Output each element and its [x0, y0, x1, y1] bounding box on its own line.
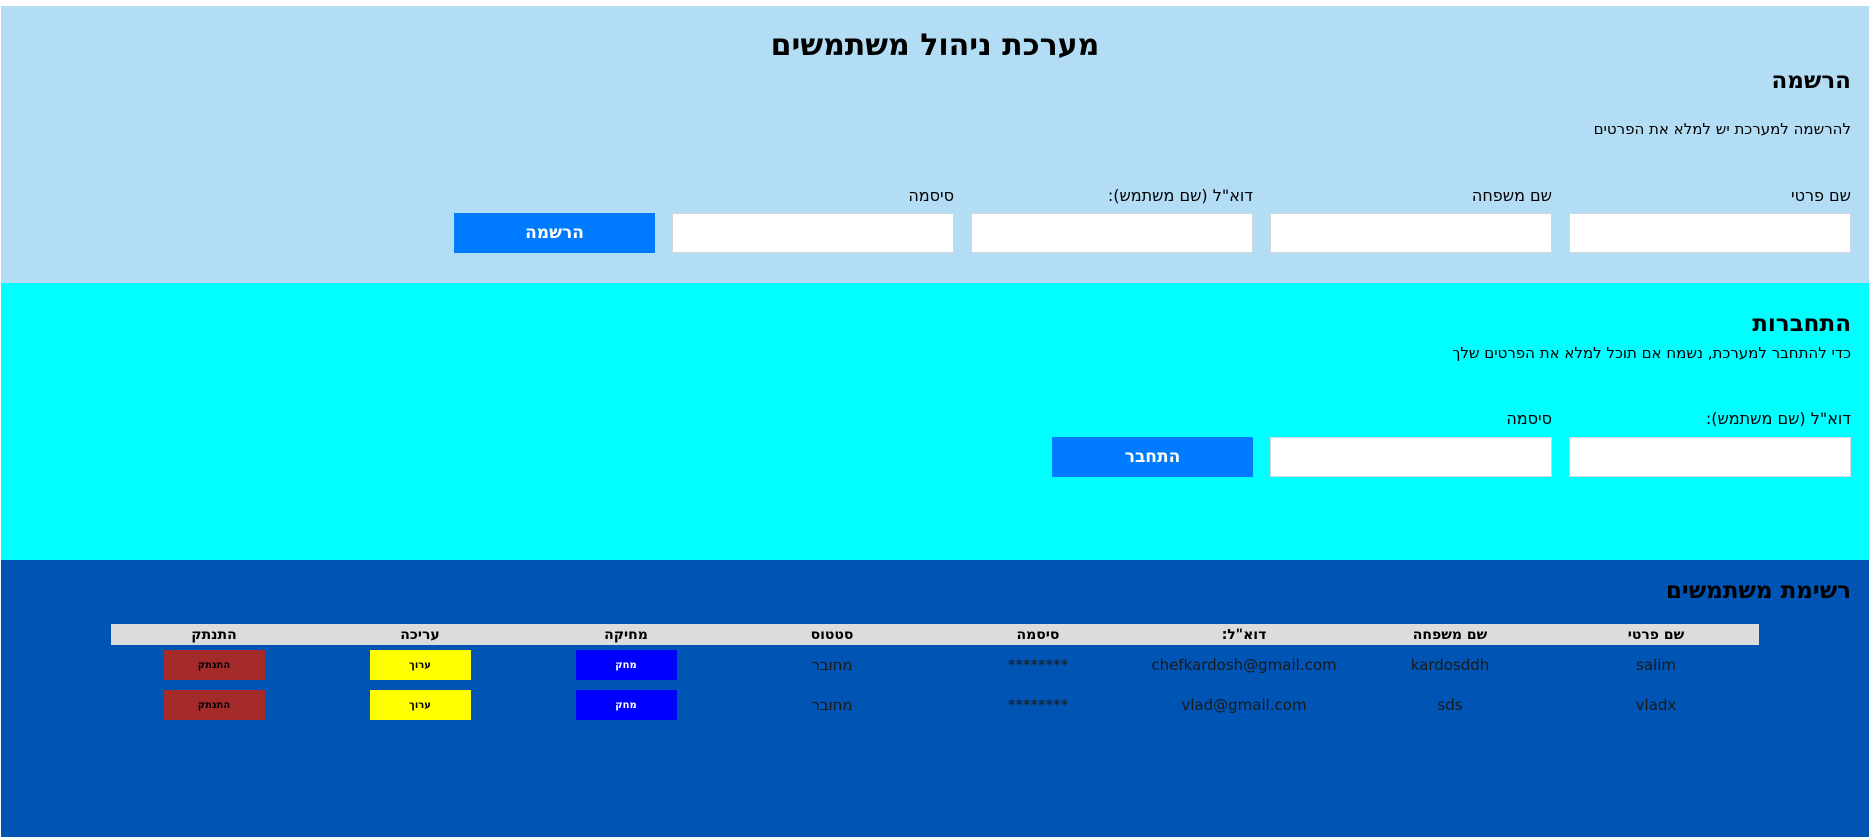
column-header-delete: מחיקה — [523, 624, 729, 645]
cell-last-name: kardosddh — [1410, 656, 1490, 674]
edit-button[interactable]: ערוך — [369, 690, 471, 720]
register-first-name-label: שם פרטי — [1790, 186, 1851, 205]
logout-button[interactable]: התנתק — [163, 690, 265, 720]
page-title: מערכת ניהול משתמשים — [770, 28, 1100, 63]
register-password-input[interactable] — [672, 213, 954, 253]
register-title: הרשמה — [1771, 68, 1851, 94]
edit-button[interactable]: ערוך — [369, 650, 471, 680]
cell-email: chefkardosh@gmail.com — [1151, 656, 1337, 674]
login-section: התחברות כדי להתחבר למערכת, נשמח אם תוכל … — [1, 283, 1869, 560]
column-header-password: סיסמה — [935, 624, 1141, 645]
cell-first-name: vladx — [1635, 696, 1677, 714]
cell-last-name: sds — [1437, 696, 1463, 714]
cell-logout: התנתק — [111, 645, 317, 685]
register-email-input[interactable] — [971, 213, 1253, 253]
cell-edit: ערוך — [317, 645, 523, 685]
register-password-label: סיסמה — [908, 186, 954, 205]
login-title: התחברות — [1752, 311, 1851, 337]
cell-logout: התנתק — [111, 685, 317, 725]
column-header-email: דוא"ל: — [1141, 624, 1347, 645]
register-button[interactable]: הרשמה — [454, 213, 655, 253]
users-title: רשימת משתמשים — [1665, 578, 1851, 604]
column-header-status: סטטוס — [729, 624, 935, 645]
register-subtitle: להרשמה למערכת יש למלא את הפרטים — [1593, 120, 1851, 138]
users-table: שם פרטי שם משפחה דוא"ל: סיסמה סטטוס מחיק… — [111, 624, 1759, 725]
login-password-label: סיסמה — [1506, 409, 1552, 428]
cell-email: vlad@gmail.com — [1181, 696, 1307, 714]
page-frame: מערכת ניהול משתמשים הרשמה להרשמה למערכת … — [1, 6, 1869, 837]
table-row: salim kardosddh chefkardosh@gmail.com **… — [111, 645, 1759, 685]
cell-password: ******** — [1008, 656, 1068, 674]
register-last-name-input[interactable] — [1270, 213, 1552, 253]
register-last-name-label: שם משפחה — [1471, 186, 1552, 205]
login-password-input[interactable] — [1270, 437, 1552, 477]
delete-button[interactable]: מחק — [575, 690, 677, 720]
login-button[interactable]: התחבר — [1052, 437, 1253, 477]
login-email-input[interactable] — [1569, 437, 1851, 477]
delete-button[interactable]: מחק — [575, 650, 677, 680]
cell-edit: ערוך — [317, 685, 523, 725]
table-header-row: שם פרטי שם משפחה דוא"ל: סיסמה סטטוס מחיק… — [111, 624, 1759, 645]
cell-status: מחובר — [811, 696, 853, 714]
column-header-last-name: שם משפחה — [1347, 624, 1553, 645]
cell-first-name: salim — [1636, 656, 1676, 674]
cell-status: מחובר — [811, 656, 853, 674]
login-email-label: דוא"ל (שם משתמש): — [1705, 409, 1851, 428]
users-section: רשימת משתמשים שם פרטי שם משפחה דוא"ל: סי… — [1, 560, 1869, 837]
column-header-logout: התנתק — [111, 624, 317, 645]
cell-password: ******** — [1008, 696, 1068, 714]
cell-delete: מחק — [523, 645, 729, 685]
column-header-edit: עריכה — [317, 624, 523, 645]
logout-button[interactable]: התנתק — [163, 650, 265, 680]
login-subtitle: כדי להתחבר למערכת, נשמח אם תוכל למלא את … — [1452, 344, 1851, 362]
cell-delete: מחק — [523, 685, 729, 725]
column-header-first-name: שם פרטי — [1553, 624, 1759, 645]
register-section: מערכת ניהול משתמשים הרשמה להרשמה למערכת … — [1, 6, 1869, 283]
register-first-name-input[interactable] — [1569, 213, 1851, 253]
register-email-label: דוא"ל (שם משתמש): — [1107, 186, 1253, 205]
users-table-wrap: שם פרטי שם משפחה דוא"ל: סיסמה סטטוס מחיק… — [111, 624, 1759, 725]
table-row: vladx sds vlad@gmail.com ******** מחובר … — [111, 685, 1759, 725]
